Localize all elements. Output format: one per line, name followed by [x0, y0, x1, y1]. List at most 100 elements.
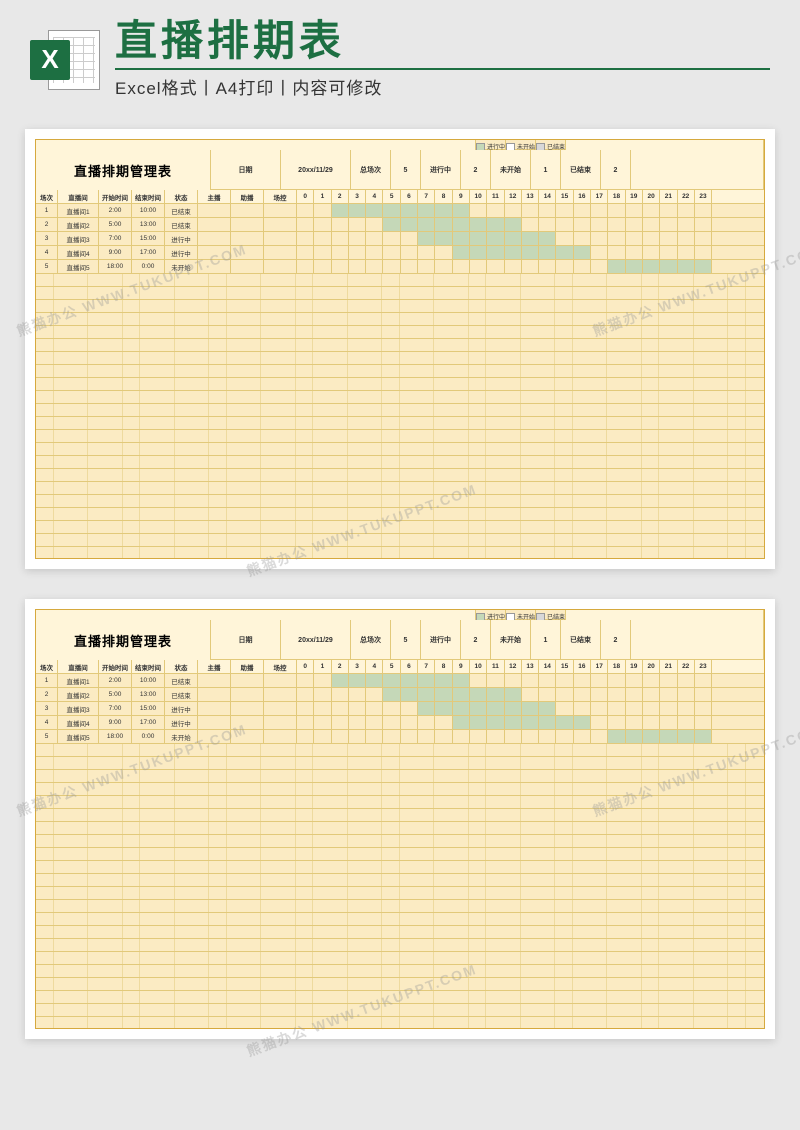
stat-label: 未开始 [491, 150, 531, 190]
hour-header: 5 [383, 190, 400, 203]
stat-label: 日期 [211, 620, 281, 660]
stat-label: 进行中 [421, 620, 461, 660]
table-row: 2直播间25:0013:00已结束 [36, 688, 764, 702]
col-header-anchor: 主播 [198, 190, 231, 203]
sheet-preview-2: 进行中未开始已结束直播排期管理表日期20xx/11/29总场次5进行中2未开始1… [25, 599, 775, 1039]
col-header-idx: 场次 [36, 190, 58, 203]
hour-header: 16 [574, 660, 591, 673]
stat-label: 总场次 [351, 150, 391, 190]
stat-value: 2 [461, 620, 491, 660]
hour-header: 22 [678, 190, 695, 203]
hour-header: 15 [556, 660, 573, 673]
sheet-title: 直播排期管理表 [36, 150, 211, 190]
stat-label: 日期 [211, 150, 281, 190]
hour-header: 2 [332, 660, 349, 673]
col-header-status: 状态 [165, 190, 198, 203]
hour-header: 19 [626, 190, 643, 203]
col-header-start: 开始时间 [99, 190, 132, 203]
table-row: 1直播间12:0010:00已结束 [36, 204, 764, 218]
hour-header: 9 [453, 190, 470, 203]
hour-header: 10 [470, 660, 487, 673]
sheet-title: 直播排期管理表 [36, 620, 211, 660]
stat-value: 20xx/11/29 [281, 620, 351, 660]
table-row: 5直播间518:000:00未开始 [36, 260, 764, 274]
hour-header: 5 [383, 660, 400, 673]
hour-header: 6 [401, 660, 418, 673]
hour-header: 0 [297, 660, 314, 673]
stat-label: 进行中 [421, 150, 461, 190]
hour-header: 21 [660, 660, 677, 673]
table-row: 3直播间37:0015:00进行中 [36, 702, 764, 716]
hour-header: 8 [435, 190, 452, 203]
hour-header: 2 [332, 190, 349, 203]
hour-header: 14 [539, 660, 556, 673]
col-header-assist: 助播 [231, 660, 264, 673]
hour-header: 22 [678, 660, 695, 673]
hour-header: 21 [660, 190, 677, 203]
col-header-room: 直播间 [58, 660, 99, 673]
stat-label: 已结束 [561, 150, 601, 190]
col-header-start: 开始时间 [99, 660, 132, 673]
hour-header: 10 [470, 190, 487, 203]
stat-value: 2 [461, 150, 491, 190]
table-row: 4直播间49:0017:00进行中 [36, 246, 764, 260]
stat-value: 5 [391, 150, 421, 190]
hour-header: 18 [608, 190, 625, 203]
stat-value: 1 [531, 150, 561, 190]
hour-header: 8 [435, 660, 452, 673]
hour-header: 4 [366, 660, 383, 673]
col-header-anchor: 主播 [198, 660, 231, 673]
excel-icon: X [30, 25, 100, 95]
table-row: 2直播间25:0013:00已结束 [36, 218, 764, 232]
col-header-control: 场控 [264, 190, 297, 203]
empty-grid [36, 744, 764, 1028]
hour-header: 14 [539, 190, 556, 203]
hour-header: 13 [522, 660, 539, 673]
table-row: 3直播间37:0015:00进行中 [36, 232, 764, 246]
hour-header: 7 [418, 190, 435, 203]
stat-value: 20xx/11/29 [281, 150, 351, 190]
hour-header: 15 [556, 190, 573, 203]
hour-header: 18 [608, 660, 625, 673]
hour-header: 11 [487, 190, 504, 203]
hour-header: 3 [349, 660, 366, 673]
hour-header: 11 [487, 660, 504, 673]
hour-header: 1 [314, 190, 331, 203]
table-row: 1直播间12:0010:00已结束 [36, 674, 764, 688]
hour-header: 4 [366, 190, 383, 203]
hour-header: 9 [453, 660, 470, 673]
col-header-assist: 助播 [231, 190, 264, 203]
hour-header: 23 [695, 660, 712, 673]
col-header-end: 结束时间 [132, 660, 165, 673]
hour-header: 7 [418, 660, 435, 673]
col-header-end: 结束时间 [132, 190, 165, 203]
hour-header: 20 [643, 660, 660, 673]
col-header-room: 直播间 [58, 190, 99, 203]
sheet-preview-1: 进行中未开始已结束直播排期管理表日期20xx/11/29总场次5进行中2未开始1… [25, 129, 775, 569]
hour-header: 13 [522, 190, 539, 203]
hour-header: 17 [591, 190, 608, 203]
hour-header: 12 [505, 660, 522, 673]
col-header-status: 状态 [165, 660, 198, 673]
hour-header: 17 [591, 660, 608, 673]
hour-header: 0 [297, 190, 314, 203]
stat-value: 5 [391, 620, 421, 660]
stat-value: 1 [531, 620, 561, 660]
stat-label: 未开始 [491, 620, 531, 660]
page-header: X 直播排期表 Excel格式丨A4打印丨内容可修改 [0, 0, 800, 109]
hour-header: 6 [401, 190, 418, 203]
stat-value: 2 [601, 150, 631, 190]
hour-header: 20 [643, 190, 660, 203]
col-header-idx: 场次 [36, 660, 58, 673]
stat-label: 已结束 [561, 620, 601, 660]
hour-header: 12 [505, 190, 522, 203]
title-block: 直播排期表 Excel格式丨A4打印丨内容可修改 [115, 20, 770, 99]
empty-grid [36, 274, 764, 558]
table-row: 5直播间518:000:00未开始 [36, 730, 764, 744]
stat-value: 2 [601, 620, 631, 660]
page-title: 直播排期表 [115, 20, 770, 62]
hour-header: 23 [695, 190, 712, 203]
hour-header: 3 [349, 190, 366, 203]
table-row: 4直播间49:0017:00进行中 [36, 716, 764, 730]
col-header-control: 场控 [264, 660, 297, 673]
